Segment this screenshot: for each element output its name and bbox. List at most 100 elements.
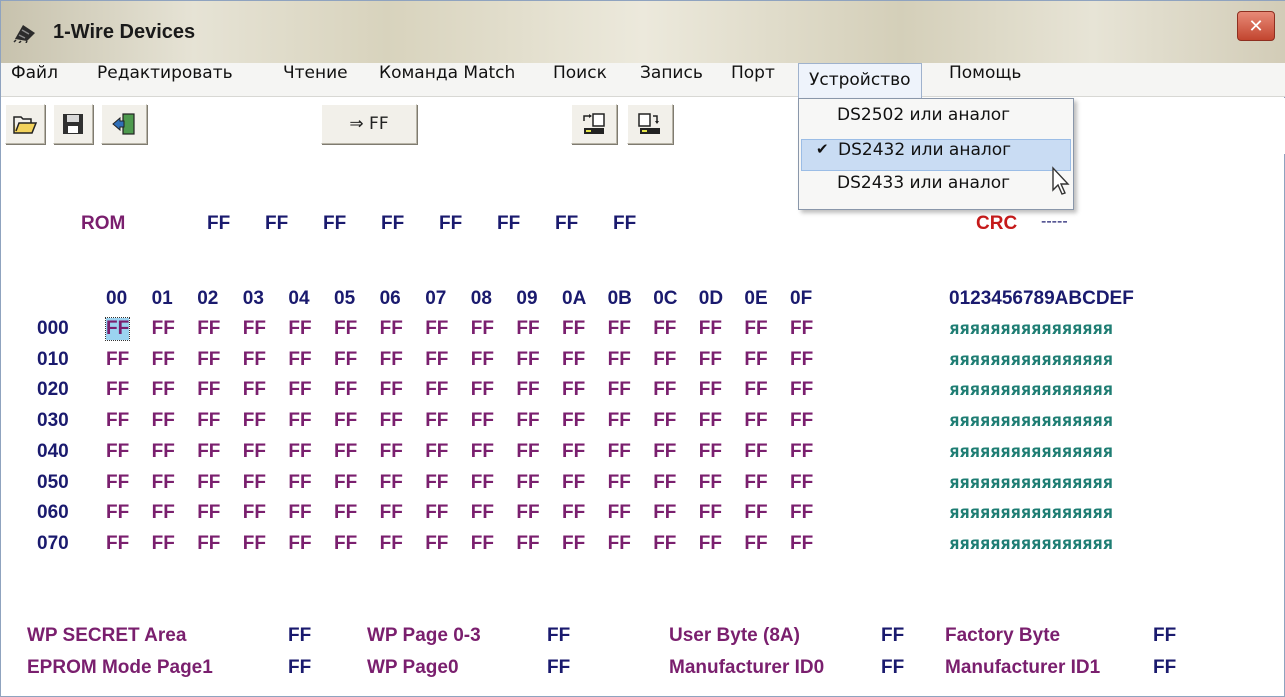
save-file-button[interactable] xyxy=(53,104,93,144)
open-file-button[interactable] xyxy=(5,104,45,144)
memory-byte-cell[interactable]: FF xyxy=(471,318,494,340)
memory-byte-cell[interactable]: FF xyxy=(425,441,448,463)
memory-byte-cell[interactable]: FF xyxy=(243,349,266,371)
memory-byte-cell[interactable]: FF xyxy=(197,318,220,340)
memory-byte-cell[interactable]: FF xyxy=(380,533,403,555)
memory-byte-cell[interactable]: FF xyxy=(288,379,311,401)
memory-byte-cell[interactable]: FF xyxy=(699,379,722,401)
memory-byte-cell[interactable]: FF xyxy=(106,379,129,401)
memory-byte-cell[interactable]: FF xyxy=(243,533,266,555)
memory-byte-cell[interactable]: FF xyxy=(152,441,175,463)
memory-byte-cell[interactable]: FF xyxy=(744,318,767,340)
memory-byte-cell[interactable]: FF xyxy=(562,441,585,463)
write-device-button[interactable] xyxy=(627,104,673,144)
memory-byte-cell[interactable]: FF xyxy=(288,349,311,371)
memory-byte-cell[interactable]: FF xyxy=(562,472,585,494)
memory-byte-cell[interactable]: FF xyxy=(562,349,585,371)
memory-byte-cell[interactable]: FF xyxy=(334,379,357,401)
memory-byte-cell[interactable]: FF xyxy=(562,379,585,401)
memory-byte-cell[interactable]: FF xyxy=(516,410,539,432)
memory-byte-cell[interactable]: FF xyxy=(653,533,676,555)
memory-byte-cell[interactable]: FF xyxy=(106,410,129,432)
memory-byte-cell[interactable]: FF xyxy=(152,410,175,432)
memory-byte-cell[interactable]: FF xyxy=(425,533,448,555)
memory-byte-cell[interactable]: FF xyxy=(608,533,631,555)
memory-byte-cell[interactable]: FF xyxy=(288,410,311,432)
memory-byte-cell[interactable]: FF xyxy=(699,441,722,463)
memory-byte-cell[interactable]: FF xyxy=(744,533,767,555)
memory-byte-cell[interactable]: FF xyxy=(790,379,813,401)
fill-ff-button[interactable]: ⇒ FF xyxy=(321,104,417,144)
memory-byte-cell[interactable]: FF xyxy=(790,472,813,494)
register-value[interactable]: FF xyxy=(1153,625,1176,647)
memory-byte-cell[interactable]: FF xyxy=(653,349,676,371)
memory-byte-cell[interactable]: FF xyxy=(380,441,403,463)
memory-byte-cell[interactable]: FF xyxy=(104,317,131,341)
memory-byte-cell[interactable]: FF xyxy=(608,410,631,432)
memory-byte-cell[interactable]: FF xyxy=(653,502,676,524)
memory-byte-cell[interactable]: FF xyxy=(653,410,676,432)
register-value[interactable]: FF xyxy=(881,657,904,679)
memory-byte-cell[interactable]: FF xyxy=(106,533,129,555)
memory-byte-cell[interactable]: FF xyxy=(152,472,175,494)
memory-byte-cell[interactable]: FF xyxy=(516,502,539,524)
memory-byte-cell[interactable]: FF xyxy=(152,379,175,401)
memory-byte-cell[interactable]: FF xyxy=(243,472,266,494)
memory-byte-cell[interactable]: FF xyxy=(425,379,448,401)
memory-byte-cell[interactable]: FF xyxy=(744,349,767,371)
memory-byte-cell[interactable]: FF xyxy=(288,441,311,463)
memory-byte-cell[interactable]: FF xyxy=(243,379,266,401)
memory-byte-cell[interactable]: FF xyxy=(152,502,175,524)
device-option-ds2502[interactable]: DS2502 или аналог xyxy=(801,105,1071,137)
memory-byte-cell[interactable]: FF xyxy=(790,502,813,524)
memory-byte-cell[interactable]: FF xyxy=(380,318,403,340)
memory-byte-cell[interactable]: FF xyxy=(243,502,266,524)
memory-byte-cell[interactable]: FF xyxy=(106,349,129,371)
memory-byte-cell[interactable]: FF xyxy=(699,410,722,432)
memory-byte-cell[interactable]: FF xyxy=(471,410,494,432)
menu-match-command[interactable]: Команда Match xyxy=(377,63,517,97)
memory-byte-cell[interactable]: FF xyxy=(653,379,676,401)
memory-byte-cell[interactable]: FF xyxy=(699,472,722,494)
memory-byte-cell[interactable]: FF xyxy=(562,533,585,555)
memory-byte-cell[interactable]: FF xyxy=(243,318,266,340)
memory-byte-cell[interactable]: FF xyxy=(699,502,722,524)
memory-byte-cell[interactable]: FF xyxy=(152,349,175,371)
memory-byte-cell[interactable]: FF xyxy=(562,502,585,524)
memory-byte-cell[interactable]: FF xyxy=(380,472,403,494)
memory-byte-cell[interactable]: FF xyxy=(790,349,813,371)
memory-byte-cell[interactable]: FF xyxy=(790,533,813,555)
memory-byte-cell[interactable]: FF xyxy=(334,318,357,340)
memory-byte-cell[interactable]: FF xyxy=(334,349,357,371)
memory-byte-cell[interactable]: FF xyxy=(653,441,676,463)
memory-byte-cell[interactable]: FF xyxy=(516,533,539,555)
memory-byte-cell[interactable]: FF xyxy=(425,472,448,494)
memory-byte-cell[interactable]: FF xyxy=(471,472,494,494)
memory-byte-cell[interactable]: FF xyxy=(744,379,767,401)
menu-write[interactable]: Запись xyxy=(638,63,705,97)
memory-byte-cell[interactable]: FF xyxy=(425,502,448,524)
register-value[interactable]: FF xyxy=(288,625,311,647)
memory-byte-cell[interactable]: FF xyxy=(608,349,631,371)
memory-byte-cell[interactable]: FF xyxy=(288,533,311,555)
register-value[interactable]: FF xyxy=(288,657,311,679)
register-value[interactable]: FF xyxy=(1153,657,1176,679)
menu-search[interactable]: Поиск xyxy=(551,63,609,97)
exit-button[interactable] xyxy=(101,104,147,144)
register-value[interactable]: FF xyxy=(881,625,904,647)
memory-byte-cell[interactable]: FF xyxy=(608,379,631,401)
memory-byte-cell[interactable]: FF xyxy=(334,502,357,524)
memory-byte-cell[interactable]: FF xyxy=(334,410,357,432)
memory-byte-cell[interactable]: FF xyxy=(197,379,220,401)
read-device-button[interactable] xyxy=(571,104,617,144)
memory-byte-cell[interactable]: FF xyxy=(516,441,539,463)
memory-byte-cell[interactable]: FF xyxy=(425,349,448,371)
memory-byte-cell[interactable]: FF xyxy=(243,441,266,463)
memory-byte-cell[interactable]: FF xyxy=(562,318,585,340)
memory-byte-cell[interactable]: FF xyxy=(106,502,129,524)
memory-byte-cell[interactable]: FF xyxy=(516,349,539,371)
register-value[interactable]: FF xyxy=(547,657,570,679)
memory-byte-cell[interactable]: FF xyxy=(608,318,631,340)
memory-byte-cell[interactable]: FF xyxy=(744,410,767,432)
device-option-ds2433[interactable]: DS2433 или аналог xyxy=(801,173,1071,205)
